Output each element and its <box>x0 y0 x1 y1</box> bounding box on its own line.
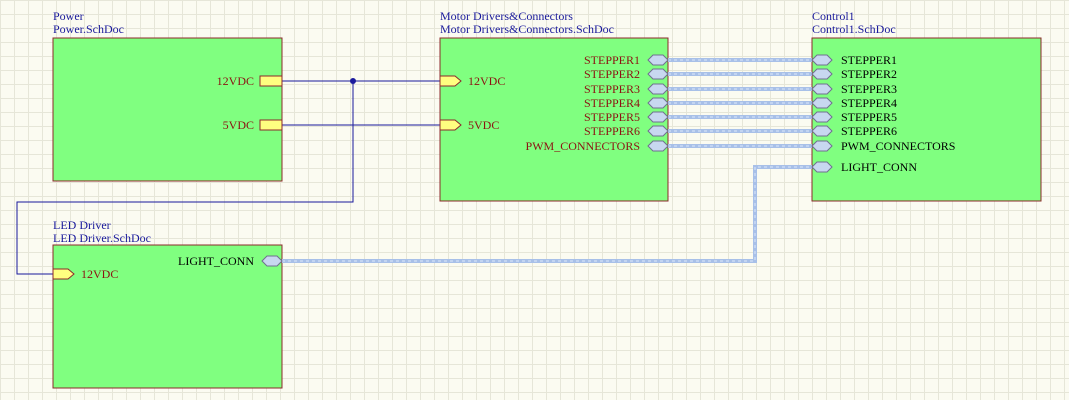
motor-entry-5vdc[interactable]: 5VDC <box>439 118 499 132</box>
control-entry-light-label: LIGHT_CONN <box>841 160 917 174</box>
control-entry-stepper4-label: STEPPER4 <box>841 96 897 110</box>
control-entry-pwm-label: PWM_CONNECTORS <box>841 139 955 153</box>
control-entry-stepper4[interactable]: STEPPER4 <box>811 96 897 110</box>
sheet-power[interactable] <box>52 37 283 182</box>
motor-entry-12vdc-label: 12VDC <box>468 74 505 88</box>
motor-entry-stepper6-label: STEPPER6 <box>584 124 640 138</box>
power-entry-5vdc-label: 5VDC <box>223 118 254 132</box>
control-entry-stepper6[interactable]: STEPPER6 <box>811 124 897 138</box>
control-entry-light-conn[interactable]: LIGHT_CONN <box>811 160 917 174</box>
motor-entry-stepper5[interactable]: STEPPER5 <box>584 110 669 124</box>
motor-entry-stepper1[interactable]: STEPPER1 <box>584 53 669 67</box>
junction-dot <box>350 78 356 84</box>
control-entry-stepper5-label: STEPPER5 <box>841 110 897 124</box>
motor-sheet-file: Motor Drivers&Connectors.SchDoc <box>440 22 614 36</box>
control-entry-stepper3-label: STEPPER3 <box>841 82 897 96</box>
control-sheet-name: Control1 <box>812 9 855 23</box>
control-entry-stepper6-label: STEPPER6 <box>841 124 897 138</box>
led-entry-12vdc-label: 12VDC <box>81 267 118 281</box>
led-entry-12vdc[interactable]: 12VDC <box>52 267 118 281</box>
power-entry-5vdc[interactable]: 5VDC <box>223 118 283 132</box>
motor-entry-stepper5-label: STEPPER5 <box>584 110 640 124</box>
control-entry-stepper1-label: STEPPER1 <box>841 53 897 67</box>
motor-entry-stepper2[interactable]: STEPPER2 <box>584 67 669 81</box>
motor-entry-stepper3-label: STEPPER3 <box>584 82 640 96</box>
led-sheet-name: LED Driver <box>53 218 111 232</box>
motor-entry-stepper6[interactable]: STEPPER6 <box>584 124 669 138</box>
control-entry-stepper1[interactable]: STEPPER1 <box>811 53 897 67</box>
led-entry-light-conn[interactable]: LIGHT_CONN <box>178 254 283 268</box>
control-entry-stepper2[interactable]: STEPPER2 <box>811 67 897 81</box>
power-entry-12vdc[interactable]: 12VDC <box>217 74 283 88</box>
control-entry-stepper5[interactable]: STEPPER5 <box>811 110 897 124</box>
power-entry-12vdc-label: 12VDC <box>217 74 254 88</box>
motor-sheet-name: Motor Drivers&Connectors <box>440 9 573 23</box>
motor-entry-12vdc[interactable]: 12VDC <box>439 74 505 88</box>
motor-entry-5vdc-label: 5VDC <box>468 118 499 132</box>
motor-entry-pwm-label: PWM_CONNECTORS <box>526 139 640 153</box>
control-sheet-file: Control1.SchDoc <box>812 22 896 36</box>
control-entry-stepper2-label: STEPPER2 <box>841 67 897 81</box>
motor-entry-stepper1-label: STEPPER1 <box>584 53 640 67</box>
motor-entry-stepper4[interactable]: STEPPER4 <box>584 96 669 110</box>
led-entry-light-label: LIGHT_CONN <box>178 254 254 268</box>
power-sheet-name: Power <box>53 9 84 23</box>
schematic-canvas: Power Power.SchDoc Motor Drivers&Connect… <box>16 9 1042 389</box>
led-sheet-file: LED Driver.SchDoc <box>53 231 151 245</box>
motor-entry-stepper3[interactable]: STEPPER3 <box>584 82 669 96</box>
power-sheet-file: Power.SchDoc <box>53 22 124 36</box>
control-entry-stepper3[interactable]: STEPPER3 <box>811 82 897 96</box>
motor-entry-stepper4-label: STEPPER4 <box>584 96 640 110</box>
motor-entry-stepper2-label: STEPPER2 <box>584 67 640 81</box>
